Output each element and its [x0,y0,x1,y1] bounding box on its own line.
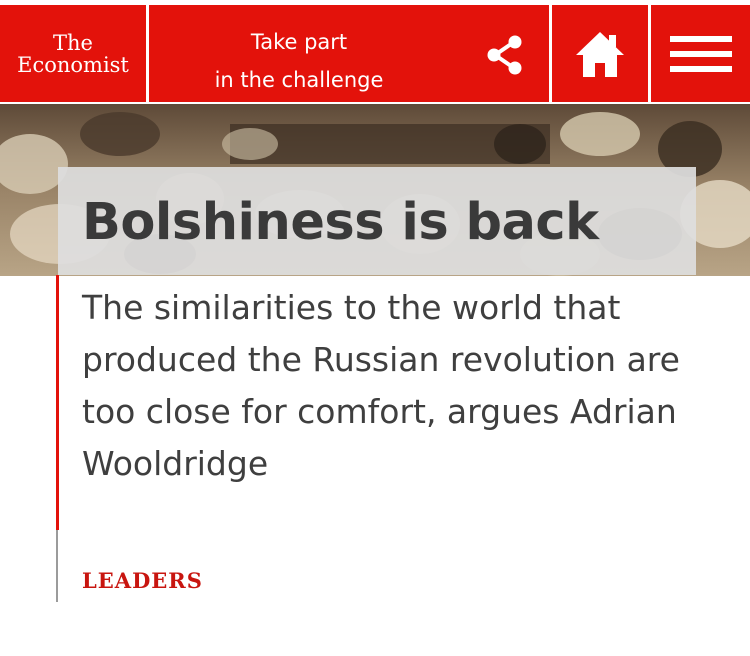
logo-line-the: The [53,30,93,55]
challenge-line-2: in the challenge [214,68,384,92]
challenge-line-1: Take part [250,30,348,54]
share-icon[interactable] [481,31,529,79]
article-headline[interactable]: Bolshiness is back [82,192,702,254]
home-icon [576,31,624,77]
accent-rule-gray [56,530,58,602]
economist-logo[interactable]: The Economist [0,5,146,102]
section-label-leaders[interactable]: LEADERS [82,568,203,593]
menu-button[interactable] [651,5,750,102]
top-navigation-bar: The Economist Take part in the challenge [0,0,750,104]
logo-line-economist: Economist [17,52,129,77]
hamburger-menu-icon [669,35,732,72]
home-button[interactable] [552,5,648,102]
accent-rule-red [56,275,59,530]
take-part-challenge-link[interactable]: Take part in the challenge [149,5,549,102]
article-standfirst: The similarities to the world that produ… [82,288,680,483]
challenge-text: Take part in the challenge [199,23,399,99]
